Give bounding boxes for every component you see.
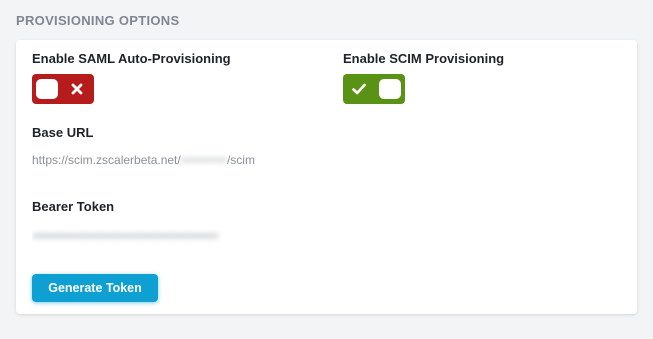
scim-provisioning-toggle[interactable] <box>343 74 405 104</box>
x-icon <box>66 79 88 99</box>
toggle-knob <box>36 79 58 99</box>
section-title: PROVISIONING OPTIONS <box>16 13 180 28</box>
bearer-token-redacted: ••••••••••••••••••••••••••••••••••••••••… <box>32 229 219 243</box>
provisioning-options-card: Enable SAML Auto-Provisioning Enable SCI… <box>16 40 637 314</box>
base-url-label: Base URL <box>32 125 94 140</box>
check-icon <box>348 79 370 99</box>
toggle-knob <box>379 79 401 99</box>
base-url-suffix: /scim <box>226 153 255 167</box>
scim-provisioning-label: Enable SCIM Provisioning <box>343 51 505 66</box>
bearer-token-value: ••••••••••••••••••••••••••••••••••••••••… <box>32 229 512 243</box>
base-url-prefix: https://scim.zscalerbeta.net/ <box>32 153 181 167</box>
saml-provisioning-toggle[interactable] <box>32 74 94 104</box>
base-url-value: https://scim.zscalerbeta.net/•••••••••••… <box>32 153 255 167</box>
generate-token-button[interactable]: Generate Token <box>32 274 158 302</box>
base-url-redacted-segment: ••••••••••• <box>180 153 227 167</box>
bearer-token-label: Bearer Token <box>32 199 115 214</box>
saml-provisioning-label: Enable SAML Auto-Provisioning <box>32 51 231 66</box>
